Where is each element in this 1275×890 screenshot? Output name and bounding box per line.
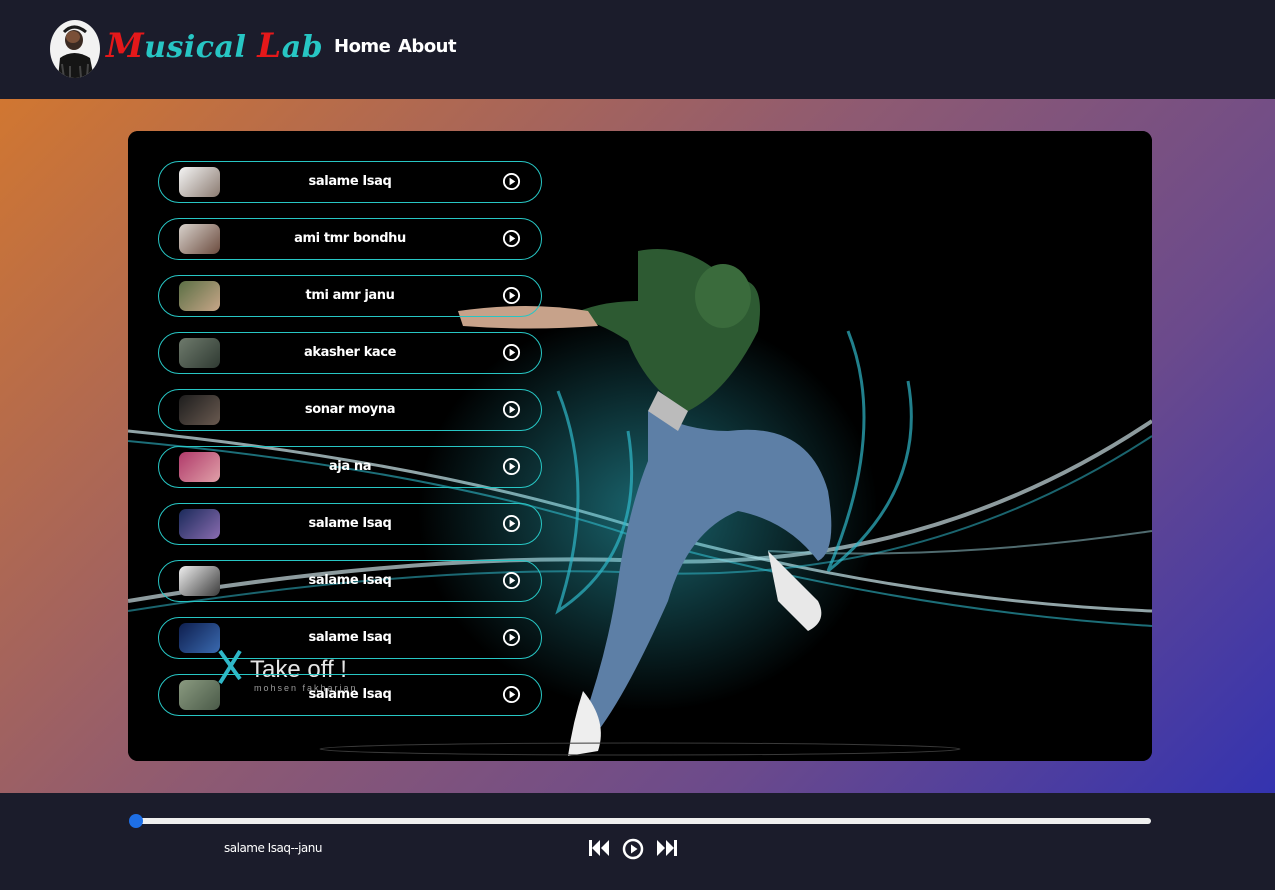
song-title: salame Isaq [308, 573, 392, 588]
play-circle-icon[interactable] [502, 343, 521, 362]
nav-about-link[interactable]: About [398, 36, 457, 57]
song-thumbnail [179, 281, 220, 311]
previous-icon[interactable] [588, 838, 610, 858]
song-thumbnail [179, 395, 220, 425]
play-circle-icon[interactable] [502, 172, 521, 191]
song-item[interactable]: sonar moyna [158, 389, 542, 431]
song-item[interactable]: ami tmr bondhu [158, 218, 542, 260]
progress-slider-thumb[interactable] [129, 814, 143, 828]
song-title: aja na [328, 459, 372, 474]
play-circle-icon[interactable] [502, 514, 521, 533]
navbar: Musical Lab Home About [0, 0, 1275, 99]
play-circle-icon[interactable] [502, 400, 521, 419]
song-thumbnail [179, 167, 220, 197]
song-item[interactable]: salame Isaq [158, 503, 542, 545]
next-icon[interactable] [656, 838, 678, 858]
song-thumbnail [179, 452, 220, 482]
play-circle-icon[interactable] [502, 229, 521, 248]
now-playing-title: salame Isaq--janu [224, 841, 323, 855]
song-item[interactable]: salame Isaq [158, 617, 542, 659]
brand-logo-text[interactable]: Musical Lab [106, 26, 323, 66]
song-thumbnail [179, 680, 220, 710]
song-thumbnail [179, 623, 220, 653]
song-item[interactable]: salame Isaq [158, 560, 542, 602]
song-title: ami tmr bondhu [294, 231, 406, 246]
play-circle-icon[interactable] [502, 571, 521, 590]
song-title: sonar moyna [304, 402, 396, 417]
player-bar: salame Isaq--janu [0, 793, 1275, 890]
play-circle-icon[interactable] [502, 628, 521, 647]
song-title: salame Isaq [308, 516, 392, 531]
logo-avatar[interactable] [50, 20, 100, 78]
song-item[interactable]: salame Isaq [158, 674, 542, 716]
song-title: tmi amr janu [305, 288, 395, 303]
song-thumbnail [179, 509, 220, 539]
song-title: salame Isaq [308, 687, 392, 702]
song-item[interactable]: aja na [158, 446, 542, 488]
song-item[interactable]: akasher kace [158, 332, 542, 374]
play-circle-icon[interactable] [502, 685, 521, 704]
playlist-panel: Take off ! mohsen fakharian salame Isaq … [128, 131, 1152, 761]
song-title: akasher kace [303, 345, 397, 360]
song-thumbnail [179, 566, 220, 596]
song-title: salame Isaq [308, 630, 392, 645]
play-circle-icon[interactable] [622, 838, 644, 860]
song-item[interactable]: tmi amr janu [158, 275, 542, 317]
play-circle-icon[interactable] [502, 457, 521, 476]
logo-figure-icon [58, 25, 94, 78]
song-thumbnail [179, 224, 220, 254]
song-thumbnail [179, 338, 220, 368]
play-circle-icon[interactable] [502, 286, 521, 305]
progress-slider[interactable] [135, 818, 1151, 824]
song-item[interactable]: salame Isaq [158, 161, 542, 203]
nav-home-link[interactable]: Home [334, 36, 391, 57]
song-title: salame Isaq [308, 174, 392, 189]
